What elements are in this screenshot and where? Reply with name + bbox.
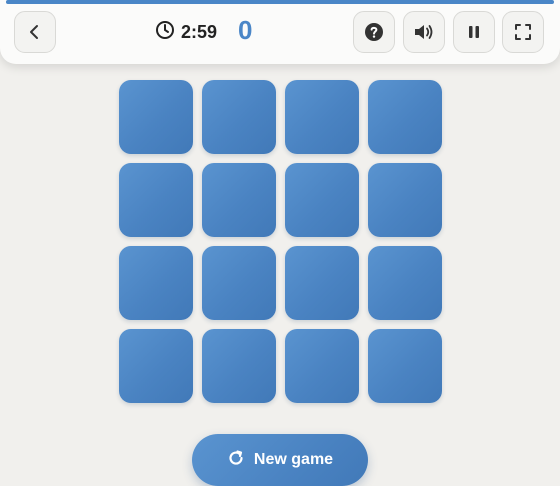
pause-icon xyxy=(466,24,482,40)
fullscreen-icon xyxy=(514,23,532,41)
volume-icon xyxy=(413,22,435,42)
card[interactable] xyxy=(285,329,359,403)
card[interactable] xyxy=(368,329,442,403)
card[interactable] xyxy=(119,329,193,403)
card[interactable] xyxy=(119,80,193,154)
clock-icon xyxy=(155,20,175,45)
card[interactable] xyxy=(119,163,193,237)
card[interactable] xyxy=(202,329,276,403)
fullscreen-button[interactable] xyxy=(502,11,544,53)
help-button[interactable] xyxy=(353,11,395,53)
card-grid xyxy=(119,80,442,403)
card[interactable] xyxy=(202,246,276,320)
new-game-button[interactable]: New game xyxy=(192,434,368,486)
back-button[interactable] xyxy=(14,11,56,53)
new-game-label: New game xyxy=(253,451,334,468)
card[interactable] xyxy=(368,246,442,320)
timer-value: 2:59 xyxy=(181,21,218,42)
timer-progress-fill xyxy=(6,0,554,4)
chevron-left-icon xyxy=(26,23,44,41)
help-icon xyxy=(364,22,384,42)
card[interactable] xyxy=(285,163,359,237)
volume-button[interactable] xyxy=(403,11,445,53)
restart-icon xyxy=(227,449,245,472)
timer-progress-bar xyxy=(6,0,554,4)
card[interactable] xyxy=(202,80,276,154)
top-bar: 2:59 0 xyxy=(0,0,560,64)
pause-button[interactable] xyxy=(453,11,495,53)
card[interactable] xyxy=(119,246,193,320)
card[interactable] xyxy=(202,163,276,237)
card[interactable] xyxy=(285,80,359,154)
score-value: 0 xyxy=(238,15,253,45)
card[interactable] xyxy=(368,163,442,237)
timer: 2:59 xyxy=(155,20,217,44)
card[interactable] xyxy=(368,80,442,154)
card[interactable] xyxy=(285,246,359,320)
